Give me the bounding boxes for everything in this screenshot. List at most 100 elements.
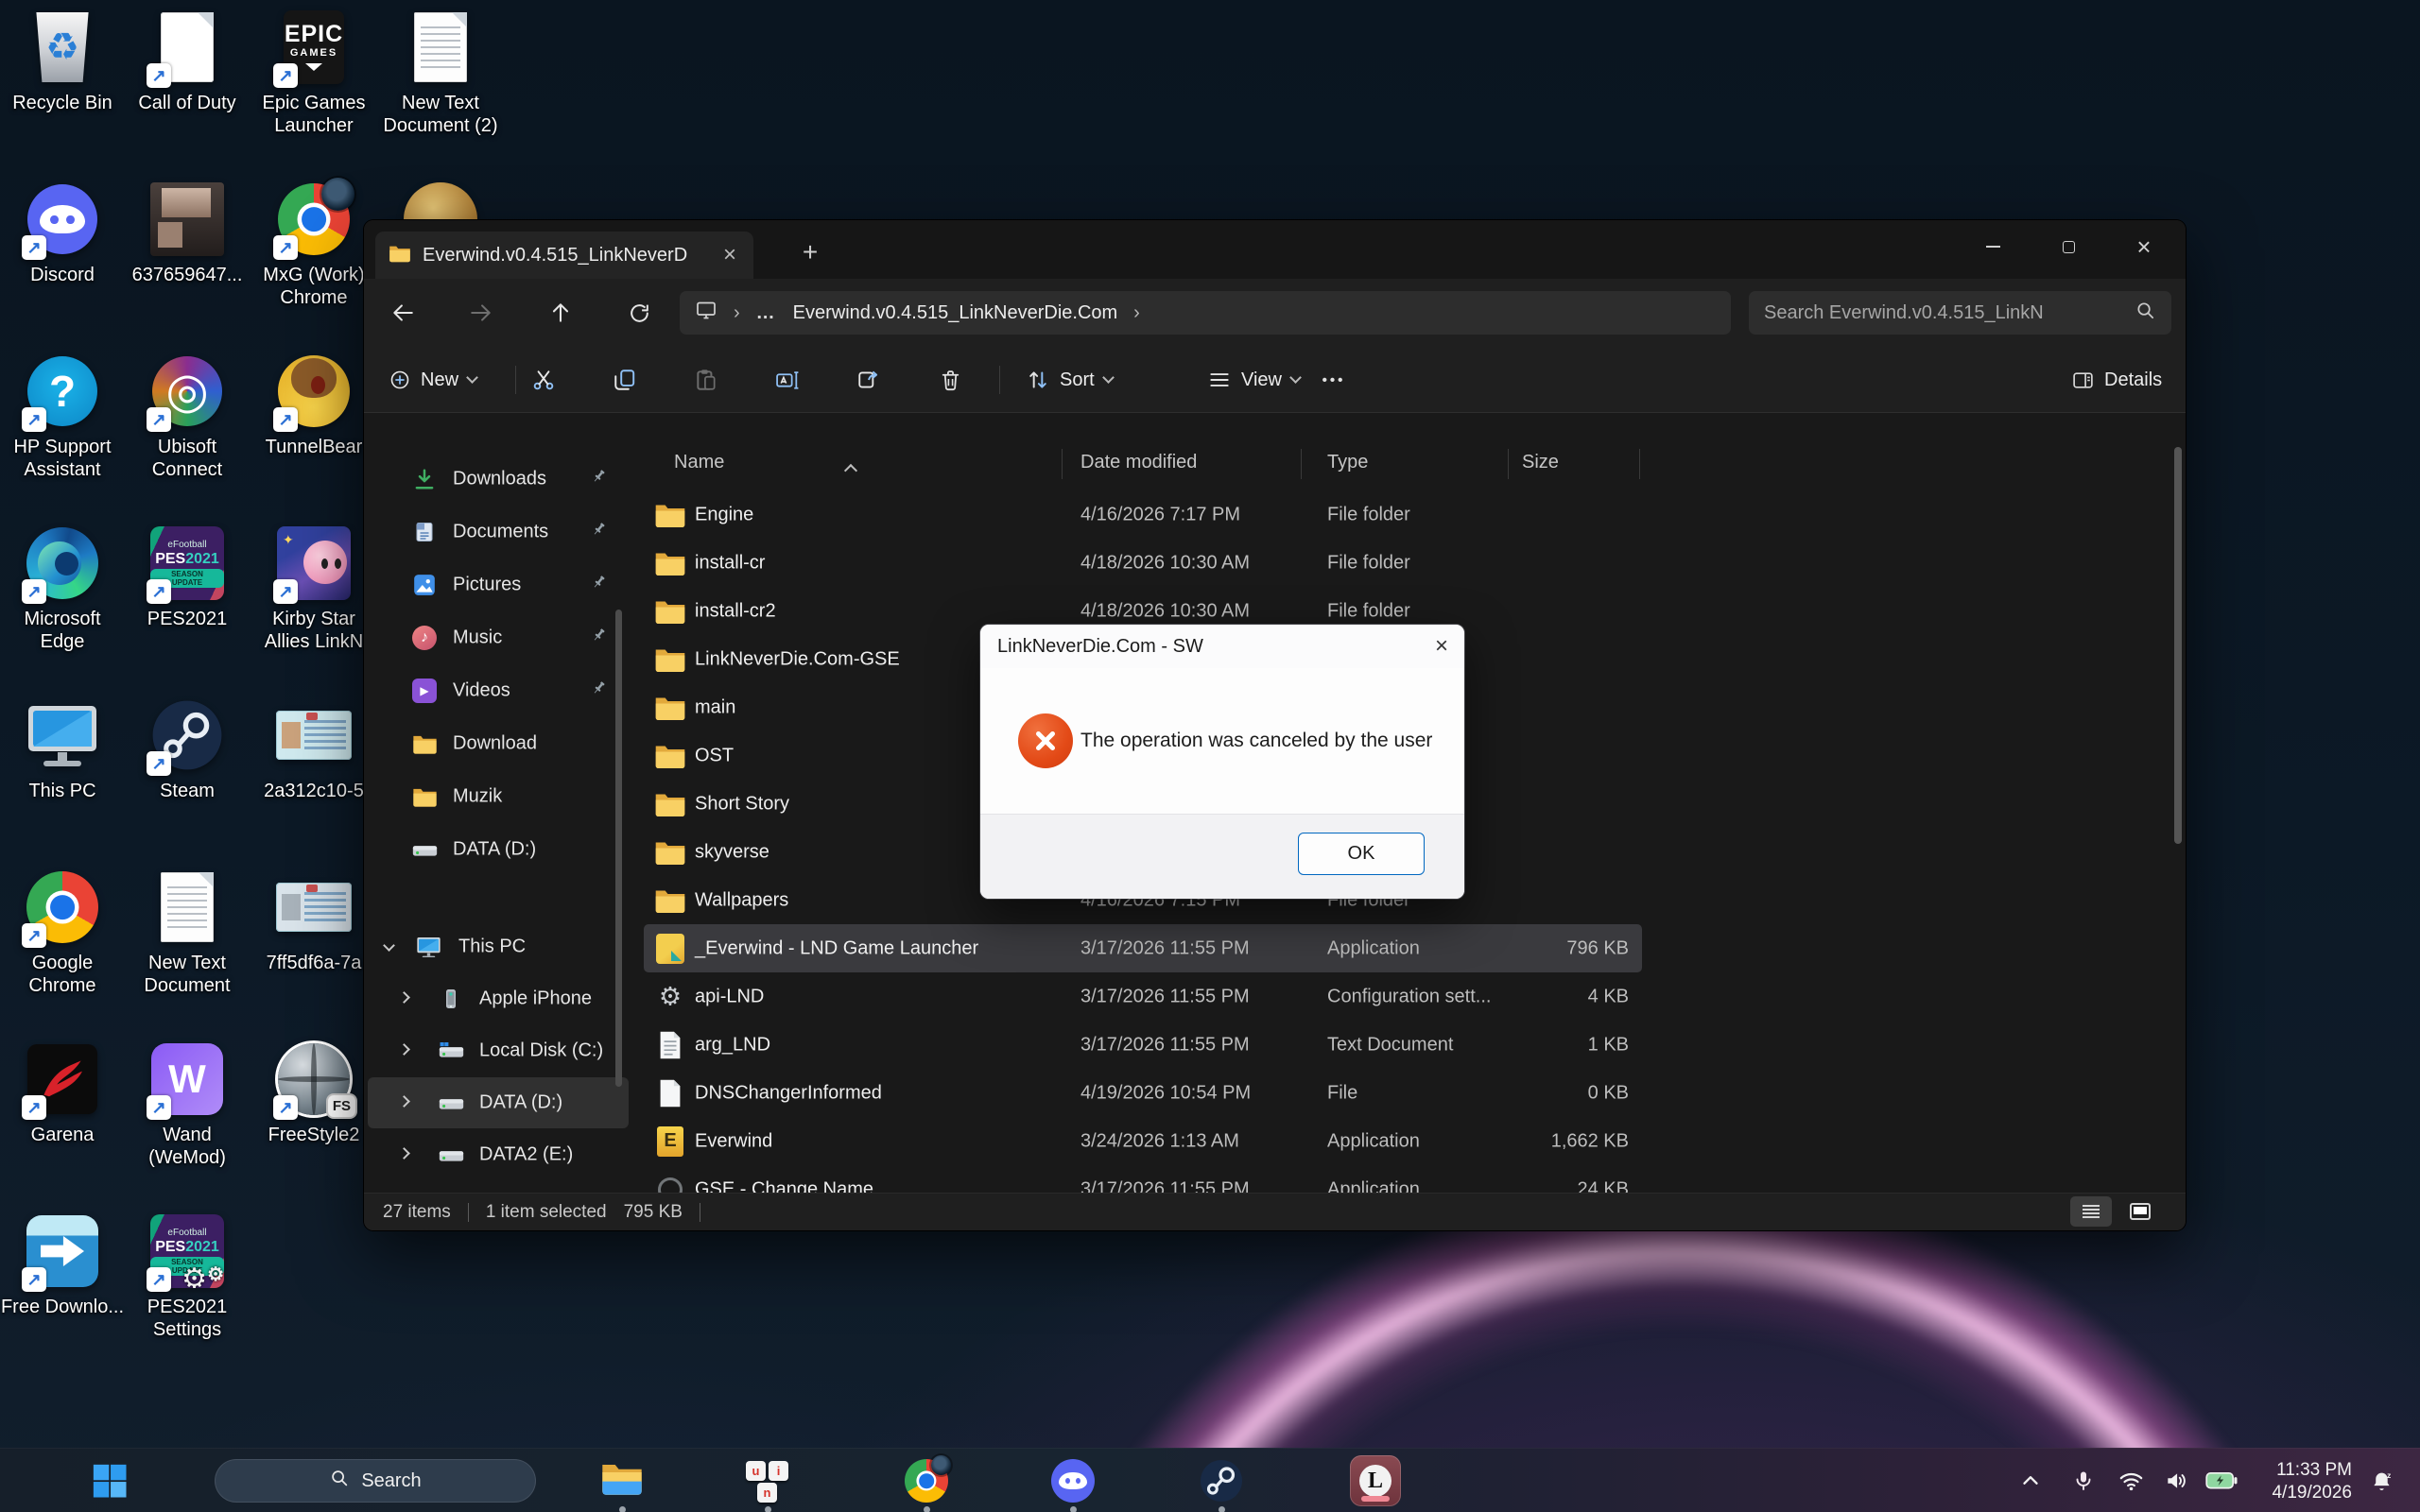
column-divider[interactable] [1301,449,1302,479]
desktop-icon-new-text-document-2[interactable]: New Text Document (2) [378,8,503,138]
table-row[interactable]: GSE - Change Name3/17/2026 11:55 PMAppli… [644,1165,1642,1193]
desktop-icon-hp-support-assistant[interactable]: ?↗HP Support Assistant [0,352,125,482]
chevron-right-icon[interactable] [398,1147,410,1160]
sidebar-item-videos[interactable]: ▶Videos [368,665,629,716]
desktop-icon-photo-637659647[interactable]: 637659647... [125,180,250,286]
file-name[interactable]: Everwind [695,1130,772,1152]
desktop-icon-freestyle2[interactable]: FS↗FreeStyle2 [251,1040,376,1146]
desktop-icon-recycle-bin[interactable]: ♻Recycle Bin [0,8,125,114]
explorer-tab[interactable]: Everwind.v0.4.515_LinkNeverD × [375,232,753,279]
desktop-icon-tunnelbear[interactable]: ↗TunnelBear [251,352,376,458]
table-row[interactable]: Engine4/16/2026 7:17 PMFile folder [644,490,1642,539]
wifi-icon[interactable] [2112,1449,2150,1512]
up-button[interactable] [538,290,583,335]
chevron-right-icon[interactable] [398,991,410,1004]
table-row[interactable]: ⚙api-LND3/17/2026 11:55 PMConfiguration … [644,972,1642,1021]
desktop-icon-pes2021-settings[interactable]: eFootballPES2021SEASON UPDATE⚙⚙↗PES2021 … [125,1211,250,1342]
chevron-right-icon[interactable] [398,1043,410,1056]
desktop-icon-free-download-manager[interactable]: ↗Free Downlo... [0,1211,125,1318]
refresh-button[interactable] [616,290,662,335]
file-name[interactable]: DNSChangerInformed [695,1082,882,1104]
paste-button[interactable] [682,359,731,401]
file-name[interactable]: LinkNeverDie.Com-GSE [695,648,900,670]
breadcrumb-path[interactable]: Everwind.v0.4.515_LinkNeverDie.Com [793,302,1118,324]
rename-button[interactable] [763,359,812,401]
taskbar-search[interactable]: Search [215,1459,536,1503]
details-pane-button[interactable]: Details [2064,359,2169,401]
search-box[interactable]: Search Everwind.v0.4.515_LinkN [1749,291,2171,335]
chevron-down-icon[interactable] [383,939,395,952]
taskbar-app-unikey[interactable]: uin [745,1458,790,1503]
file-name[interactable]: main [695,696,735,718]
file-name[interactable]: Engine [695,504,753,525]
microphone-icon[interactable] [2066,1449,2100,1512]
file-name[interactable]: _Everwind - LND Game Launcher [695,937,978,959]
column-header-date[interactable]: Date modified [1080,452,1197,473]
tab-close-icon[interactable]: × [719,244,740,266]
file-name[interactable]: skyverse [695,841,769,863]
table-row[interactable]: arg_LND3/17/2026 11:55 PMText Document1 … [644,1021,1642,1069]
table-row[interactable]: DNSChangerInformed4/19/2026 10:54 PMFile… [644,1069,1642,1117]
sidebar-item-local-disk-c-[interactable]: Local Disk (C:) [368,1025,629,1076]
taskbar-app-discord[interactable] [1050,1458,1096,1503]
column-header-type[interactable]: Type [1327,452,1368,473]
more-options-button[interactable]: ••• [1309,359,1358,401]
back-button[interactable] [380,290,425,335]
view-button[interactable]: View [1200,359,1307,401]
desktop-icon-microsoft-edge[interactable]: ↗Microsoft Edge [0,524,125,654]
sidebar-scrollbar[interactable] [615,610,622,1087]
desktop-icon-kirby-star-allies[interactable]: ✦↗Kirby Star Allies LinkN [251,524,376,654]
new-button[interactable]: New [379,361,486,399]
column-divider[interactable] [1639,449,1640,479]
table-row[interactable]: _Everwind - LND Game Launcher3/17/2026 1… [644,924,1642,972]
sidebar-item-muzik[interactable]: Muzik [368,771,629,822]
file-name[interactable]: GSE - Change Name [695,1178,873,1193]
table-row[interactable]: install-cr4/18/2026 10:30 AMFile folder [644,539,1642,587]
column-divider[interactable] [1062,449,1063,479]
desktop-icon-steam[interactable]: ↗Steam [125,696,250,802]
close-button[interactable]: × [2115,226,2173,267]
desktop-icon-discord[interactable]: ↗Discord [0,180,125,286]
sidebar-item-data-d-[interactable]: DATA (D:) [368,824,629,875]
desktop-icon-pes2021[interactable]: eFootballPES2021SEASON UPDATE↗PES2021 [125,524,250,630]
sidebar-item-download[interactable]: Download [368,718,629,769]
file-name[interactable]: Short Story [695,793,789,815]
taskbar-app-steam[interactable] [1199,1458,1244,1503]
notification-bell-icon[interactable]: z [2361,1449,2403,1512]
thumbnail-view-toggle[interactable] [2119,1196,2161,1227]
breadcrumb-chevron-icon[interactable]: › [1133,302,1140,324]
sidebar-item-apple-iphone[interactable]: Apple iPhone [368,973,629,1024]
file-name[interactable]: install-cr [695,552,765,574]
tray-show-hidden-icons[interactable] [2012,1449,2049,1512]
file-name[interactable]: arg_LND [695,1034,770,1056]
start-button[interactable] [89,1460,130,1502]
delete-button[interactable] [925,359,975,401]
file-name[interactable]: Wallpapers [695,889,788,911]
desktop-icon-garena[interactable]: ↗Garena [0,1040,125,1146]
desktop-icon-call-of-duty[interactable]: ↗Call of Duty [125,8,250,114]
column-header-size[interactable]: Size [1522,452,1559,473]
forward-button[interactable] [458,290,504,335]
breadcrumb-chevron-icon[interactable]: › [734,302,740,324]
desktop-icon-wand-wemod[interactable]: W↗Wand (WeMod) [125,1040,250,1170]
sidebar-item-documents[interactable]: Documents [368,507,629,558]
breadcrumb-overflow-button[interactable]: … [756,302,777,324]
sidebar-item-downloads[interactable]: Downloads [368,454,629,505]
sidebar-item-pictures[interactable]: Pictures [368,559,629,610]
ok-button[interactable]: OK [1298,833,1425,875]
sort-button[interactable]: Sort [1018,359,1120,401]
column-header-name[interactable]: Name [674,452,724,473]
desktop-icon-id-card-7ff5df6a[interactable]: 7ff5df6a-7a [251,868,376,974]
table-row[interactable]: EEverwind3/24/2026 1:13 AMApplication1,6… [644,1117,1642,1165]
tray-clock[interactable]: 11:33 PM 4/19/2026 [2272,1459,2352,1504]
maximize-button[interactable] [2039,226,2098,267]
file-name[interactable]: api-LND [695,986,764,1007]
desktop-icon-google-chrome[interactable]: ↗Google Chrome [0,868,125,998]
desktop-icon-this-pc[interactable]: This PC [0,696,125,802]
chevron-right-icon[interactable] [398,1095,410,1108]
file-name[interactable]: OST [695,745,734,766]
new-tab-button[interactable]: + [791,235,829,269]
sidebar-item-data-d-[interactable]: DATA (D:) [368,1077,629,1128]
column-divider[interactable] [1508,449,1509,479]
desktop-icon-mxg-work-chrome[interactable]: ↗MxG (Work) Chrome [251,180,376,310]
